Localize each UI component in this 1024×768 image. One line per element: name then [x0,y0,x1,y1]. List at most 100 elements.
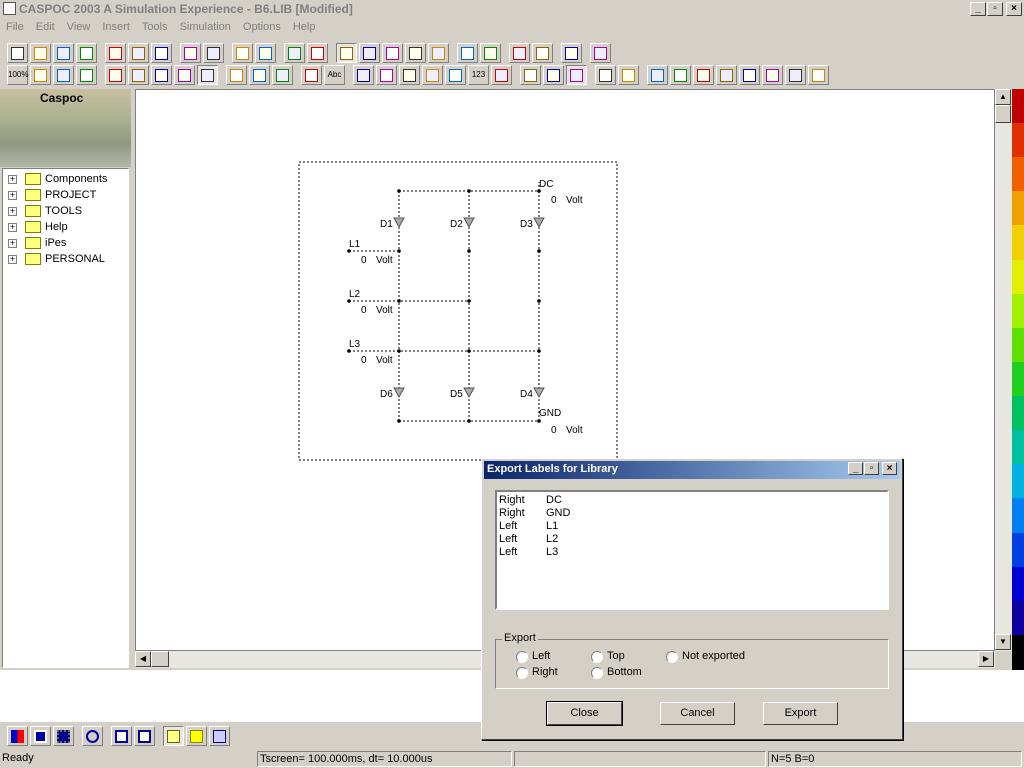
text-icon[interactable]: Abc [324,65,345,85]
menu-file[interactable]: File [0,19,30,33]
menu-help[interactable]: Help [287,19,322,33]
window-cascade-icon[interactable] [134,726,155,746]
move-icon[interactable] [647,65,668,85]
clock-icon[interactable] [566,65,587,85]
copy-icon[interactable] [128,43,149,63]
edit-view-icon[interactable] [209,726,230,746]
edit-icon[interactable] [491,65,512,85]
menu-insert[interactable]: Insert [96,19,136,33]
redo-icon[interactable] [203,43,224,63]
cross-icon[interactable] [520,65,541,85]
probe-icon[interactable] [301,65,322,85]
close-button[interactable]: × [1006,2,1022,16]
scroll-up-button[interactable]: ▲ [995,89,1011,105]
menu-edit[interactable]: Edit [30,19,61,33]
arrow-right-icon[interactable] [457,43,478,63]
label-list-item[interactable]: Left L2 [499,533,879,546]
horizontal-scroll-thumb[interactable] [151,651,169,667]
trans-icon[interactable] [174,65,195,85]
menu-options[interactable]: Options [237,19,287,33]
number-icon[interactable]: 123 [468,65,489,85]
new-icon[interactable] [7,43,28,63]
picture-view-icon[interactable] [163,726,184,746]
res-icon[interactable] [128,65,149,85]
tree-item[interactable]: + Help [3,219,128,235]
list-icon[interactable] [382,43,403,63]
tree-item[interactable]: + iPes [3,235,128,251]
zoom-100-icon[interactable]: 100% [7,65,28,85]
line-icon[interactable] [307,43,328,63]
print-icon[interactable] [76,43,97,63]
minimize-button[interactable]: _ [970,2,986,16]
radio-not-exported[interactable]: Not exported [666,650,766,664]
diode-icon[interactable] [197,65,218,85]
arrow-icon[interactable] [399,65,420,85]
label-list-item[interactable]: Left L1 [499,520,879,533]
globe-icon[interactable] [226,65,247,85]
vertical-scrollbar[interactable]: ▲ ▼ [995,89,1012,651]
export-icon[interactable] [509,43,530,63]
table-icon[interactable] [808,65,829,85]
radio-bottom-dot[interactable] [591,667,603,679]
close-dialog-button[interactable]: Close [546,701,623,726]
tree-view-icon[interactable] [30,726,51,746]
globe2-icon[interactable] [249,65,270,85]
mirror-icon[interactable] [693,65,714,85]
refresh-icon[interactable] [82,726,103,746]
swap-icon[interactable] [561,43,582,63]
chip-icon[interactable] [739,65,760,85]
node-icon[interactable] [376,65,397,85]
globe3-icon[interactable] [272,65,293,85]
expand-icon[interactable]: + [8,239,17,248]
cancel-button[interactable]: Cancel [660,702,735,725]
radio-top-dot[interactable] [591,651,603,663]
dialog-minimize-button[interactable]: _ [848,462,863,475]
chip2-icon[interactable] [762,65,783,85]
switch-icon[interactable] [445,65,466,85]
vertical-scroll-thumb[interactable] [995,105,1011,123]
import-icon[interactable] [532,43,553,63]
window-tile-icon[interactable] [111,726,132,746]
pause-icon[interactable] [255,43,276,63]
zoom-fit-icon[interactable] [30,65,51,85]
dialog-maximize-button[interactable]: ▫ [864,462,879,475]
grid-icon[interactable] [543,65,564,85]
expand-icon[interactable]: + [8,207,17,216]
play-icon[interactable] [232,43,253,63]
scope-view-icon[interactable] [7,726,28,746]
fill-icon[interactable] [595,65,616,85]
label-list-item[interactable]: Left L3 [499,546,879,559]
expand-icon[interactable]: + [8,175,17,184]
radio-bottom[interactable]: Bottom [591,666,651,680]
arrow-c-icon[interactable] [480,43,501,63]
help-icon[interactable] [590,43,611,63]
expand-icon[interactable]: + [8,223,17,232]
radio-top[interactable]: Top [591,650,651,664]
ind-icon[interactable] [151,65,172,85]
menu-view[interactable]: View [61,19,97,33]
undo-icon[interactable] [180,43,201,63]
bar-icon[interactable] [618,65,639,85]
wire-icon[interactable] [284,43,305,63]
app-icon[interactable] [3,2,16,15]
tree-item[interactable]: + Components [3,171,128,187]
expand-icon[interactable]: + [8,191,17,200]
save-icon[interactable] [53,43,74,63]
cap-icon[interactable] [105,65,126,85]
menu-tools[interactable]: Tools [136,19,174,33]
list2-icon[interactable] [405,43,426,63]
arrow2-icon[interactable] [422,65,443,85]
maximize-button[interactable]: ▫ [987,2,1003,16]
list3-icon[interactable] [428,43,449,63]
scroll-right-button[interactable]: ▶ [978,651,994,667]
export-button[interactable]: Export [763,702,838,725]
dialog-close-button[interactable]: × [882,462,897,475]
zoom-h-icon[interactable] [53,65,74,85]
scroll-down-button[interactable]: ▼ [995,634,1011,650]
expand-icon[interactable]: + [8,255,17,264]
radio-left[interactable]: Left [516,650,576,664]
label-list-item[interactable]: Right DC [499,494,879,507]
labels-list[interactable]: Right DC Right GND Left L1 Left L2 Left L3 [495,490,889,610]
paste-icon[interactable] [151,43,172,63]
menu-simulation[interactable]: Simulation [174,19,237,33]
